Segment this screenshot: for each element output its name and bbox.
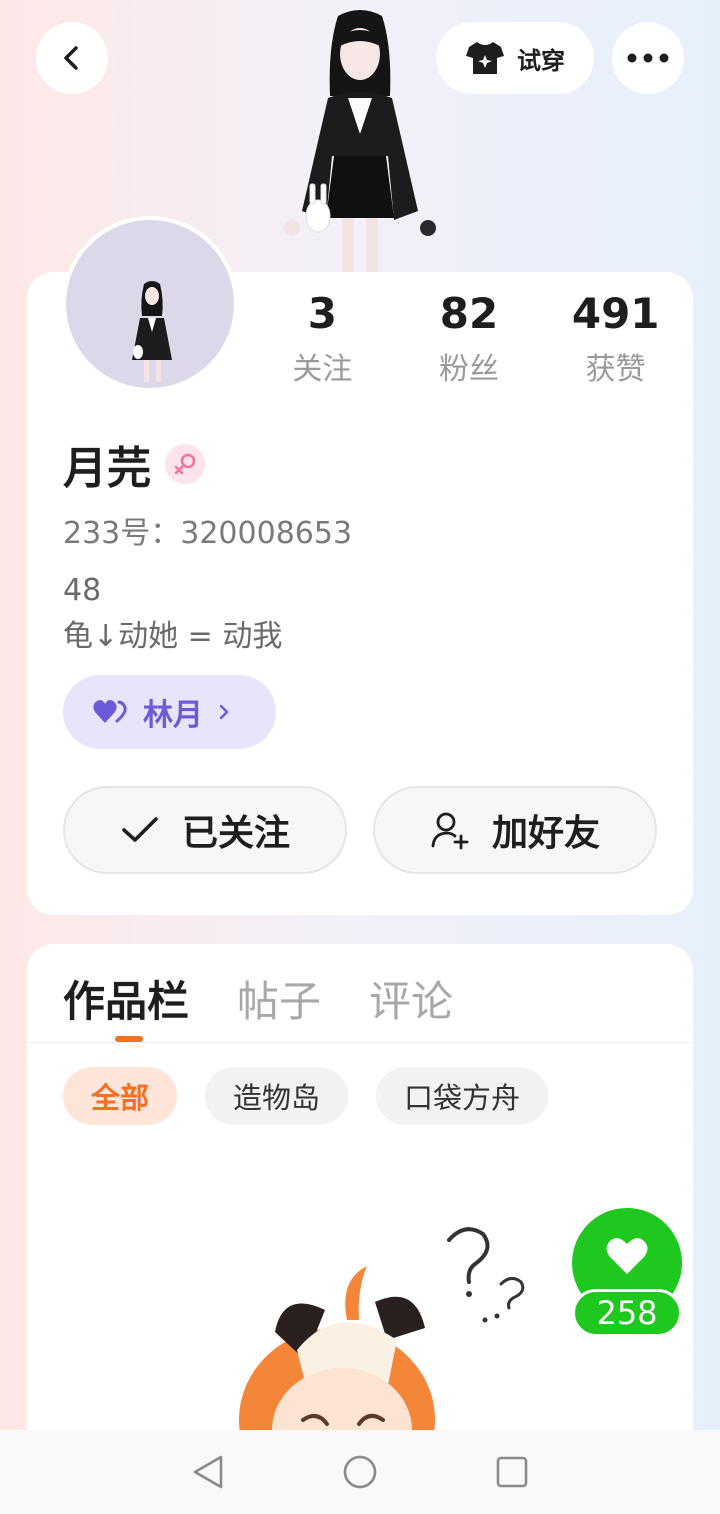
nickname-row: 月芫 [63,432,205,496]
avatar-3d-character-image [284,10,436,274]
cp-tag-button[interactable]: 林月 [63,675,276,749]
chevron-right-icon [219,704,229,720]
avatar-character-image [132,281,172,382]
tab-comments[interactable]: 评论 [369,968,453,1029]
user-id-text: 233号：320008653 [63,516,353,551]
stat-followers-label: 粉丝 [439,352,499,387]
gender-badge [165,444,205,484]
tabs-divider [27,1042,693,1043]
try-on-label: 试穿 [517,46,565,75]
profile-avatar[interactable] [62,216,238,392]
followed-button[interactable]: 已关注 [63,786,347,874]
add-user-icon [431,812,469,850]
female-symbol-icon [174,453,196,475]
back-button[interactable] [36,22,108,94]
try-on-button[interactable]: 试穿 [436,22,594,94]
nav-home-key[interactable] [336,1448,384,1496]
nav-recents-key[interactable] [488,1448,536,1496]
stat-following-label: 关注 [292,352,353,387]
add-friend-label: 加好友 [491,813,600,854]
heart-icon [93,700,127,723]
chevron-left-icon [64,46,78,70]
stat-likes-label: 获赞 [585,352,646,387]
system-navigation-bar [0,1430,720,1514]
stat-following[interactable]: 3 关注 [249,288,396,388]
chip-pocket-ark[interactable]: 口袋方舟 [376,1067,549,1125]
stat-likes-count: 491 [571,289,660,338]
chip-creation-island[interactable]: 造物岛 [205,1067,349,1125]
profile-bio: 48 龟↓动她 = 动我 [63,568,282,660]
cp-tag-label: 林月 [143,698,203,733]
chip-all[interactable]: 全部 [63,1067,178,1125]
tshirt-icon [466,42,504,74]
tab-works[interactable]: 作品栏 [63,968,189,1029]
more-dots-icon [627,53,669,63]
more-options-button[interactable] [612,22,684,94]
filter-chips: 全部 造物岛 口袋方舟 [63,1067,549,1125]
tab-posts[interactable]: 帖子 [237,968,321,1029]
profile-stats: 3 关注 82 粉丝 491 获赞 [249,288,689,388]
stat-following-count: 3 [307,289,337,338]
stat-likes[interactable]: 491 获赞 [542,288,689,388]
bio-line: 龟↓动她 = 动我 [63,619,283,654]
bio-line: 48 [63,573,102,608]
like-count-badge: 258 [572,1289,682,1337]
stat-followers[interactable]: 82 粉丝 [396,288,543,388]
triangle-back-icon [193,1455,223,1489]
nickname: 月芫 [63,443,151,494]
nav-back-key[interactable] [184,1448,232,1496]
heart-icon [606,1238,648,1274]
add-friend-button[interactable]: 加好友 [373,786,657,874]
followed-label: 已关注 [181,813,290,854]
circle-home-icon [343,1455,377,1489]
content-tabs: 作品栏 帖子 评论 [63,968,453,1029]
checkmark-icon [122,817,158,842]
stat-followers-count: 82 [439,289,499,338]
square-recents-icon [496,1456,528,1488]
